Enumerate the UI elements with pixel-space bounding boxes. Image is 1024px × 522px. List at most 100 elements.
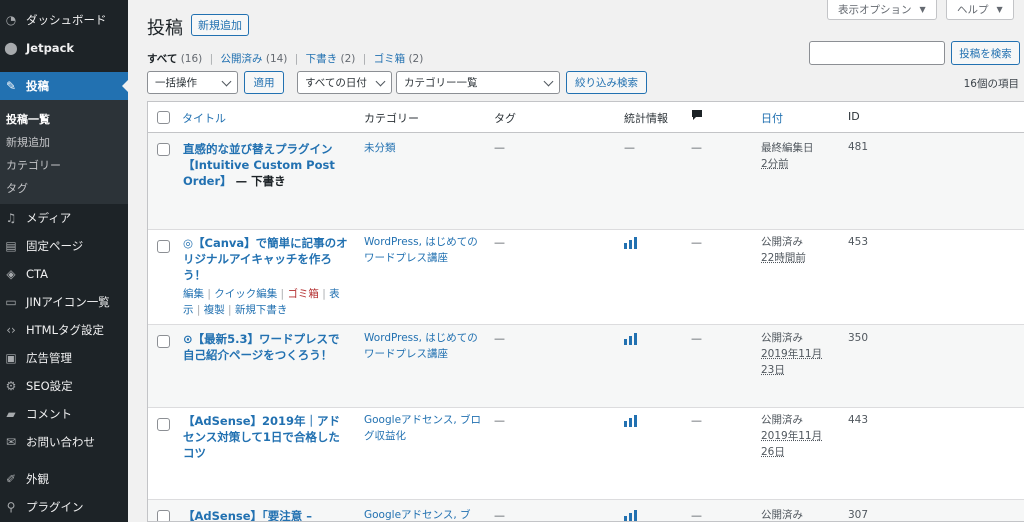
posts-table: タイトル カテゴリー タグ 統計情報 日付 ID 直感的な並び替えプラグイン【I… — [147, 101, 1024, 522]
view-draft-count: (2) — [340, 53, 356, 65]
table-row: 【AdSense】「要注意 – Googleアドセンス, ブ — — 公開済み … — [148, 500, 1024, 521]
column-title[interactable]: タイトル — [182, 110, 226, 126]
post-category[interactable]: WordPress, はじめてのワードプレス講座 — [364, 234, 484, 266]
page-title: 投稿 — [147, 18, 183, 39]
select-all-checkbox[interactable] — [157, 111, 170, 124]
view-published-count: (14) — [265, 53, 288, 65]
post-category[interactable]: Googleアドセンス, ブ — [364, 507, 484, 521]
plugin-icon: ⚲ — [6, 500, 16, 514]
menu-label: 外観 — [26, 472, 49, 486]
code-icon: ‹› — [6, 323, 16, 337]
pages-icon: ▤ — [5, 239, 17, 253]
date-value: 2019年11月23日 — [761, 348, 823, 376]
post-title-link[interactable]: 【AdSense】「要注意 – — [183, 508, 348, 521]
post-title-link[interactable]: 直感的な並び替えプラグイン【Intuitive Custom Post Orde… — [183, 141, 348, 189]
dashboard-icon: ◔ — [5, 13, 17, 27]
duplicate-link[interactable]: 複製 — [204, 304, 225, 316]
menu-posts[interactable]: ✎ 投稿 — [0, 72, 128, 100]
post-title-link[interactable]: ⊙【最新5.3】ワードプレスで自己紹介ページをつくろう！ — [183, 331, 348, 363]
menu-jetpack[interactable]: ⬤ Jetpack — [0, 34, 128, 62]
row-checkbox[interactable] — [157, 510, 170, 521]
post-id: 481 — [848, 141, 869, 153]
menu-html-tags[interactable]: ‹› HTMLタグ設定 — [0, 316, 128, 344]
view-trash[interactable]: ゴミ箱 — [374, 53, 406, 65]
post-category[interactable]: 未分類 — [364, 140, 484, 156]
column-stats: 統計情報 — [624, 112, 668, 125]
menu-media[interactable]: ♫ メディア — [0, 204, 128, 232]
post-id: 350 — [848, 332, 869, 344]
screen-options-button[interactable]: 表示オプション ▼ — [827, 0, 937, 20]
menu-jin-icons[interactable]: ▭ JINアイコン一覧 — [0, 288, 128, 316]
category-filter-select[interactable]: カテゴリー一覧 — [396, 71, 560, 94]
view-published[interactable]: 公開済み — [221, 53, 263, 65]
row-checkbox[interactable] — [157, 240, 170, 253]
date-status: 公開済み — [761, 414, 803, 426]
post-state: — 下書き — [231, 174, 286, 188]
menu-seo-settings[interactable]: ⚙ SEO設定 — [0, 372, 128, 400]
row-checkbox[interactable] — [157, 418, 170, 431]
submenu-all-posts[interactable]: 投稿一覧 — [6, 111, 50, 127]
view-link[interactable]: 表 — [329, 288, 340, 300]
view-draft[interactable]: 下書き — [306, 53, 338, 65]
row-checkbox[interactable] — [157, 335, 170, 348]
help-label: ヘルプ — [957, 4, 989, 16]
screen-options-label: 表示オプション — [838, 4, 912, 16]
search-posts-button[interactable]: 投稿を検索 — [951, 41, 1020, 65]
post-title-link[interactable]: 【AdSense】2019年｜アドセンス対策して1日で合格したコツ — [183, 413, 348, 461]
menu-ad-management[interactable]: ▣ 広告管理 — [0, 344, 128, 372]
column-tags: タグ — [494, 112, 516, 125]
post-date: 公開済み 2019年11月23日 — [761, 330, 835, 378]
menu-pages[interactable]: ▤ 固定ページ — [0, 232, 128, 260]
menu-appearance[interactable]: ✐ 外観 — [0, 465, 128, 493]
stats-bar-icon[interactable] — [624, 333, 638, 348]
submenu-tags[interactable]: タグ — [6, 180, 28, 196]
chevron-down-icon — [221, 76, 232, 87]
add-new-button[interactable]: 新規追加 — [191, 14, 249, 36]
trash-link[interactable]: ゴミ箱 — [287, 288, 319, 300]
menu-cta[interactable]: ◈ CTA — [0, 260, 128, 288]
new-draft-link[interactable]: 新規下書き — [235, 304, 288, 316]
column-category: カテゴリー — [364, 112, 419, 125]
row-checkbox[interactable] — [157, 143, 170, 156]
date-status: 最終編集日 — [761, 142, 814, 154]
menu-contact[interactable]: ✉ お問い合わせ — [0, 428, 128, 456]
view-trash-count: (2) — [408, 53, 424, 65]
view-all[interactable]: すべて — [147, 53, 177, 65]
menu-plugins[interactable]: ⚲ プラグイン — [0, 493, 128, 521]
post-title-link[interactable]: ◎【Canva】で簡単に記事のオリジナルアイキャッチを作ろう！ — [183, 235, 348, 283]
comments-empty: — — [691, 141, 702, 154]
quick-edit-link[interactable]: クイック編集 — [214, 288, 277, 300]
apply-button[interactable]: 適用 — [244, 71, 284, 94]
submenu-categories[interactable]: カテゴリー — [6, 157, 61, 173]
date-filter-value: すべての日付 — [305, 77, 367, 89]
search-input[interactable] — [809, 41, 945, 65]
date-status: 公開済み — [761, 332, 803, 344]
submenu-add-new[interactable]: 新規追加 — [6, 134, 50, 150]
cta-icon: ◈ — [6, 267, 16, 281]
tags-empty: — — [494, 414, 505, 427]
post-category[interactable]: Googleアドセンス, ブログ収益化 — [364, 412, 484, 444]
stats-bar-icon[interactable] — [624, 415, 638, 430]
help-button[interactable]: ヘルプ ▼ — [946, 0, 1014, 20]
menu-dashboard[interactable]: ◔ ダッシュボード — [0, 6, 128, 34]
menu-label: プラグイン — [26, 500, 84, 514]
stats-bar-icon[interactable] — [624, 510, 638, 521]
bulk-action-select[interactable]: 一括操作 — [147, 71, 238, 94]
column-date[interactable]: 日付 — [761, 110, 783, 126]
edit-link[interactable]: 編集 — [183, 288, 204, 300]
date-value: 2分前 — [761, 158, 789, 170]
menu-label: 広告管理 — [26, 351, 72, 365]
comment-bubble-icon[interactable] — [691, 109, 703, 124]
view-link-cont[interactable]: 示 — [183, 304, 194, 316]
tags-empty: — — [494, 236, 505, 249]
stats-bar-icon[interactable] — [624, 237, 638, 252]
post-status-filters: すべて (16) | 公開済み (14) | 下書き (2) | ゴミ箱 (2) — [147, 51, 423, 66]
date-filter-select[interactable]: すべての日付 — [297, 71, 392, 94]
menu-label: HTMLタグ設定 — [26, 323, 105, 337]
filter-button[interactable]: 絞り込み検索 — [566, 71, 647, 94]
post-category[interactable]: WordPress, はじめてのワードプレス講座 — [364, 330, 484, 362]
date-status: 公開済み — [761, 236, 803, 248]
comments-empty: — — [691, 414, 702, 427]
comments-empty: — — [691, 236, 702, 249]
menu-comments[interactable]: ▰ コメント — [0, 400, 128, 428]
